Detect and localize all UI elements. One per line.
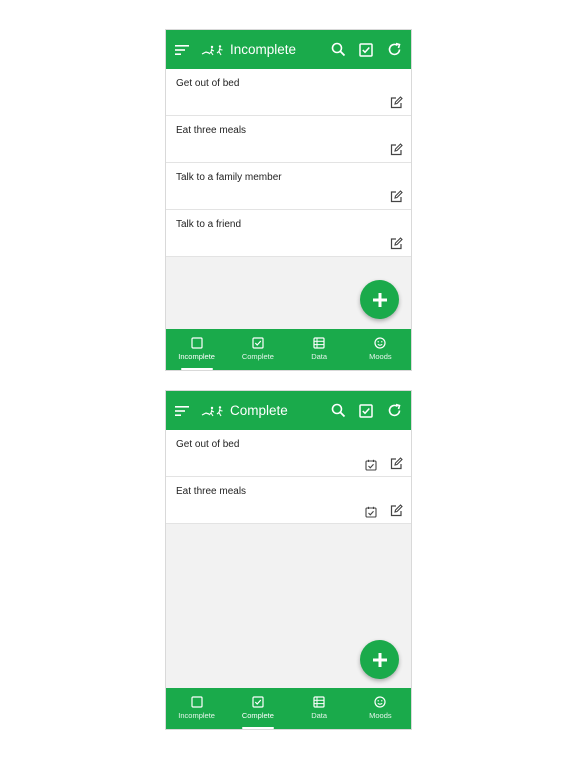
bottom-nav: Incomplete Complete Data Moods xyxy=(166,329,411,370)
search-icon[interactable] xyxy=(329,402,347,420)
active-tab-indicator xyxy=(180,368,213,370)
table-icon xyxy=(313,696,325,708)
running-figures-logo-icon xyxy=(201,43,225,57)
square-icon xyxy=(191,337,203,349)
edit-icon[interactable] xyxy=(390,504,403,517)
tab-incomplete[interactable]: Incomplete xyxy=(166,329,227,370)
calendar-check-icon[interactable] xyxy=(365,458,377,471)
tab-moods[interactable]: Moods xyxy=(350,688,411,729)
task-label: Get out of bed xyxy=(176,78,240,89)
app-bar: Incomplete xyxy=(166,30,411,69)
edit-icon[interactable] xyxy=(390,237,403,250)
checkbox-icon xyxy=(252,696,264,708)
tab-incomplete[interactable]: Incomplete xyxy=(166,688,227,729)
menu-icon[interactable] xyxy=(175,42,191,58)
task-label: Eat three meals xyxy=(176,125,247,136)
checkbox-icon xyxy=(252,337,264,349)
task-label: Eat three meals xyxy=(176,486,247,497)
tab-label: Complete xyxy=(241,711,274,720)
running-figures-logo-icon xyxy=(201,404,225,418)
task-row[interactable]: Talk to a friend xyxy=(166,210,411,257)
task-list: Get out of bed Eat three meals Talk to a… xyxy=(166,69,411,257)
tab-complete[interactable]: Complete xyxy=(227,688,288,729)
tab-label: Data xyxy=(311,711,328,720)
refresh-icon[interactable] xyxy=(385,402,403,420)
task-list: Get out of bed Eat three meals xyxy=(166,430,411,524)
tab-label: Complete xyxy=(241,352,274,361)
plus-icon xyxy=(372,652,387,667)
tab-complete[interactable]: Complete xyxy=(227,329,288,370)
tab-data[interactable]: Data xyxy=(289,329,350,370)
task-label: Talk to a friend xyxy=(176,219,242,230)
active-tab-indicator xyxy=(241,727,274,729)
bottom-nav: Incomplete Complete Data Moods xyxy=(166,688,411,729)
check-square-icon[interactable] xyxy=(357,41,375,59)
screen-incomplete: Incomplete Get out of bed Eat three meal… xyxy=(165,29,412,371)
task-label: Get out of bed xyxy=(176,439,240,450)
tab-label: Data xyxy=(311,352,328,361)
app-bar: Complete xyxy=(166,391,411,430)
search-icon[interactable] xyxy=(329,41,347,59)
page-title: Incomplete xyxy=(230,42,297,57)
plus-icon xyxy=(372,292,387,307)
tab-label: Incomplete xyxy=(178,352,215,361)
add-task-button[interactable] xyxy=(360,640,399,679)
tab-label: Moods xyxy=(369,352,392,361)
calendar-check-icon[interactable] xyxy=(365,505,377,518)
edit-icon[interactable] xyxy=(390,190,403,203)
edit-icon[interactable] xyxy=(390,96,403,109)
square-icon xyxy=(191,696,203,708)
edit-icon[interactable] xyxy=(390,143,403,156)
table-icon xyxy=(313,337,325,349)
tab-label: Incomplete xyxy=(178,711,215,720)
task-row[interactable]: Eat three meals xyxy=(166,477,411,524)
add-task-button[interactable] xyxy=(360,280,399,319)
task-row[interactable]: Get out of bed xyxy=(166,430,411,477)
refresh-icon[interactable] xyxy=(385,41,403,59)
task-label: Talk to a family member xyxy=(176,172,282,183)
task-row[interactable]: Get out of bed xyxy=(166,69,411,116)
edit-icon[interactable] xyxy=(390,457,403,470)
tab-data[interactable]: Data xyxy=(289,688,350,729)
tab-moods[interactable]: Moods xyxy=(350,329,411,370)
task-row[interactable]: Eat three meals xyxy=(166,116,411,163)
smiley-icon xyxy=(374,696,386,708)
page-title: Complete xyxy=(230,403,288,418)
screen-complete: Complete Get out of bed Eat three meals … xyxy=(165,390,412,730)
task-row[interactable]: Talk to a family member xyxy=(166,163,411,210)
check-square-icon[interactable] xyxy=(357,402,375,420)
menu-icon[interactable] xyxy=(175,403,191,419)
smiley-icon xyxy=(374,337,386,349)
tab-label: Moods xyxy=(369,711,392,720)
